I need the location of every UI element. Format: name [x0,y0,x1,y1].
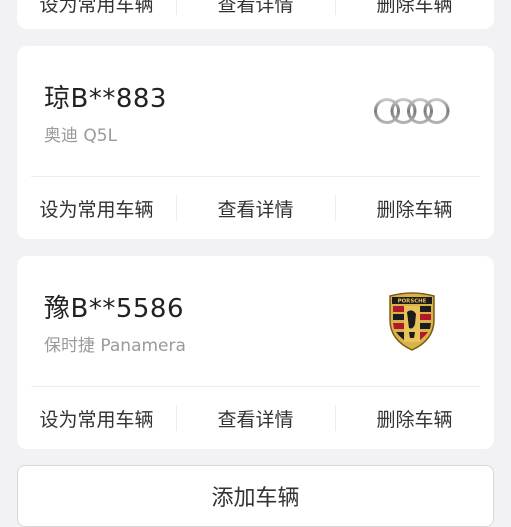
add-vehicle-button[interactable]: 添加车辆 [17,465,494,527]
view-details-button[interactable]: 查看详情 [176,387,335,449]
view-details-button[interactable]: 查看详情 [176,0,335,29]
delete-vehicle-button[interactable]: 删除车辆 [335,177,494,239]
audi-rings-logo-icon [372,81,452,141]
vehicle-card: 琼B**883 奥迪 Q5L 设为常用车辆 查看详情 删除车辆 [17,46,494,239]
vehicle-model: 奥迪 Q5L [44,126,118,146]
license-plate: 豫B**5586 [44,294,185,324]
vehicle-model: 保时捷 Panamera [44,336,186,356]
vehicle-card-actions: 设为常用车辆 查看详情 删除车辆 [17,0,494,29]
delete-vehicle-button[interactable]: 删除车辆 [335,387,494,449]
vehicle-card-actions: 设为常用车辆 查看详情 删除车辆 [17,387,494,449]
license-plate: 琼B**883 [44,84,167,114]
set-default-vehicle-button[interactable]: 设为常用车辆 [17,387,176,449]
set-default-vehicle-button[interactable]: 设为常用车辆 [17,177,176,239]
delete-vehicle-button[interactable]: 删除车辆 [335,0,494,29]
vehicle-card-actions: 设为常用车辆 查看详情 删除车辆 [17,177,494,239]
set-default-vehicle-button[interactable]: 设为常用车辆 [17,0,176,29]
view-details-button[interactable]: 查看详情 [176,177,335,239]
vehicle-card: 豫B**5586 保时捷 Panamera PORSCHE 设为常用车辆 查看详… [17,256,494,449]
porsche-crest-logo-icon: PORSCHE [372,291,452,351]
vehicle-card-partial: 设为常用车辆 查看详情 删除车辆 [17,0,494,29]
svg-text:PORSCHE: PORSCHE [398,299,427,305]
